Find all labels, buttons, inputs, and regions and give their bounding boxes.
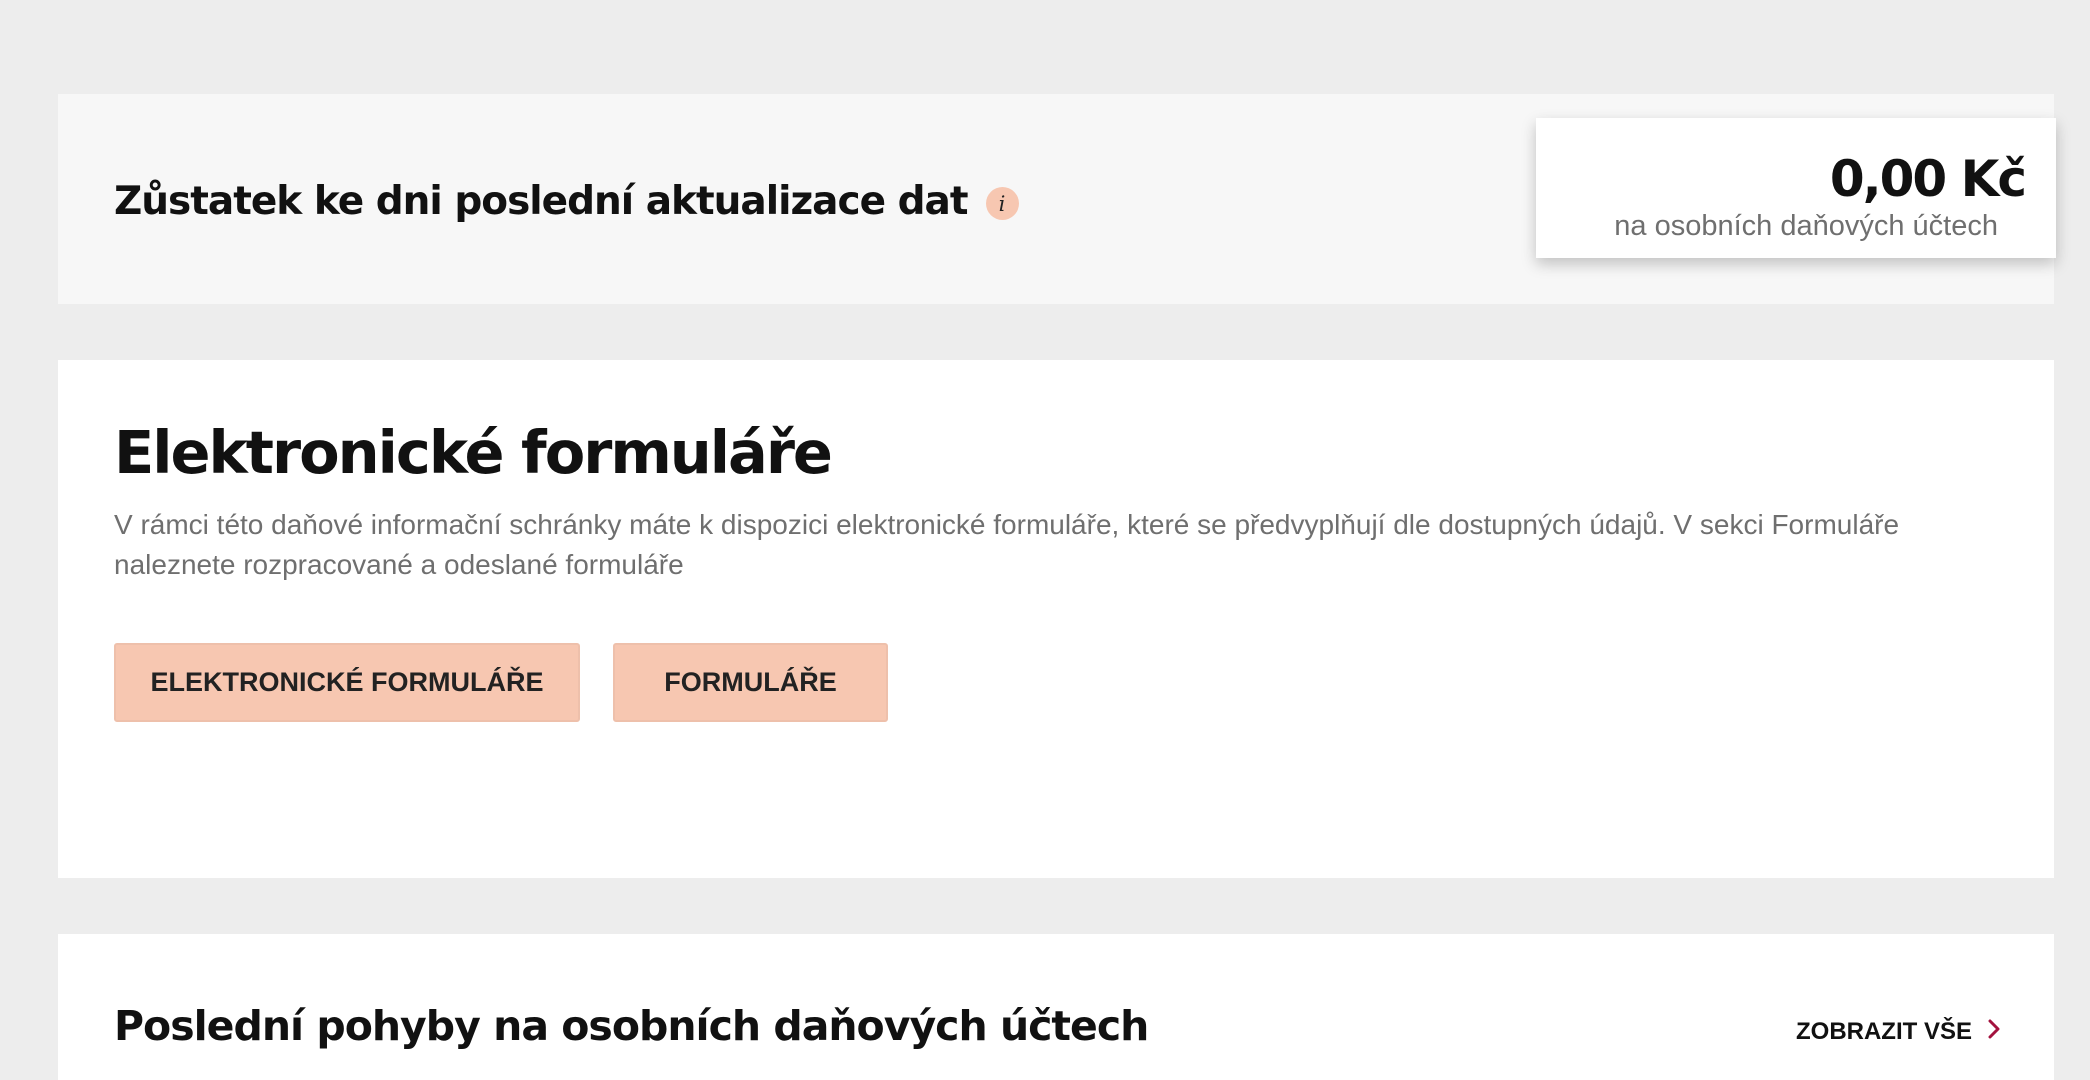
- show-all-label: ZOBRAZIT VŠE: [1795, 1018, 1972, 1045]
- forms-title: Elektronické formuláře: [114, 418, 833, 487]
- electronic-forms-button[interactable]: ELEKTRONICKÉ FORMULÁŘE: [114, 643, 580, 722]
- balance-section: Zůstatek ke dni poslední aktualizace dat…: [58, 94, 2056, 304]
- balance-amount: 0,00 Kč: [1829, 150, 2027, 208]
- forms-description: V rámci této daňové informační schránky …: [114, 509, 1900, 580]
- recent-movements-section: Poslední pohyby na osobních daňových účt…: [58, 934, 2054, 1080]
- info-icon[interactable]: i: [985, 187, 1019, 220]
- movements-title: Poslední pohyby na osobních daňových účt…: [114, 1002, 1149, 1050]
- forms-button[interactable]: FORMULÁŘE: [613, 643, 888, 722]
- electronic-forms-section: Elektronické formuláře V rámci této daňo…: [58, 360, 2054, 878]
- balance-title: Zůstatek ke dni poslední aktualizace dat: [114, 179, 968, 224]
- balance-heading: Zůstatek ke dni poslední aktualizace dat…: [114, 179, 1019, 224]
- chevron-right-icon: [1988, 1018, 2000, 1046]
- balance-caption: na osobních daňových účtech: [1614, 210, 1998, 242]
- show-all-link[interactable]: ZOBRAZIT VŠE: [1796, 1018, 2000, 1046]
